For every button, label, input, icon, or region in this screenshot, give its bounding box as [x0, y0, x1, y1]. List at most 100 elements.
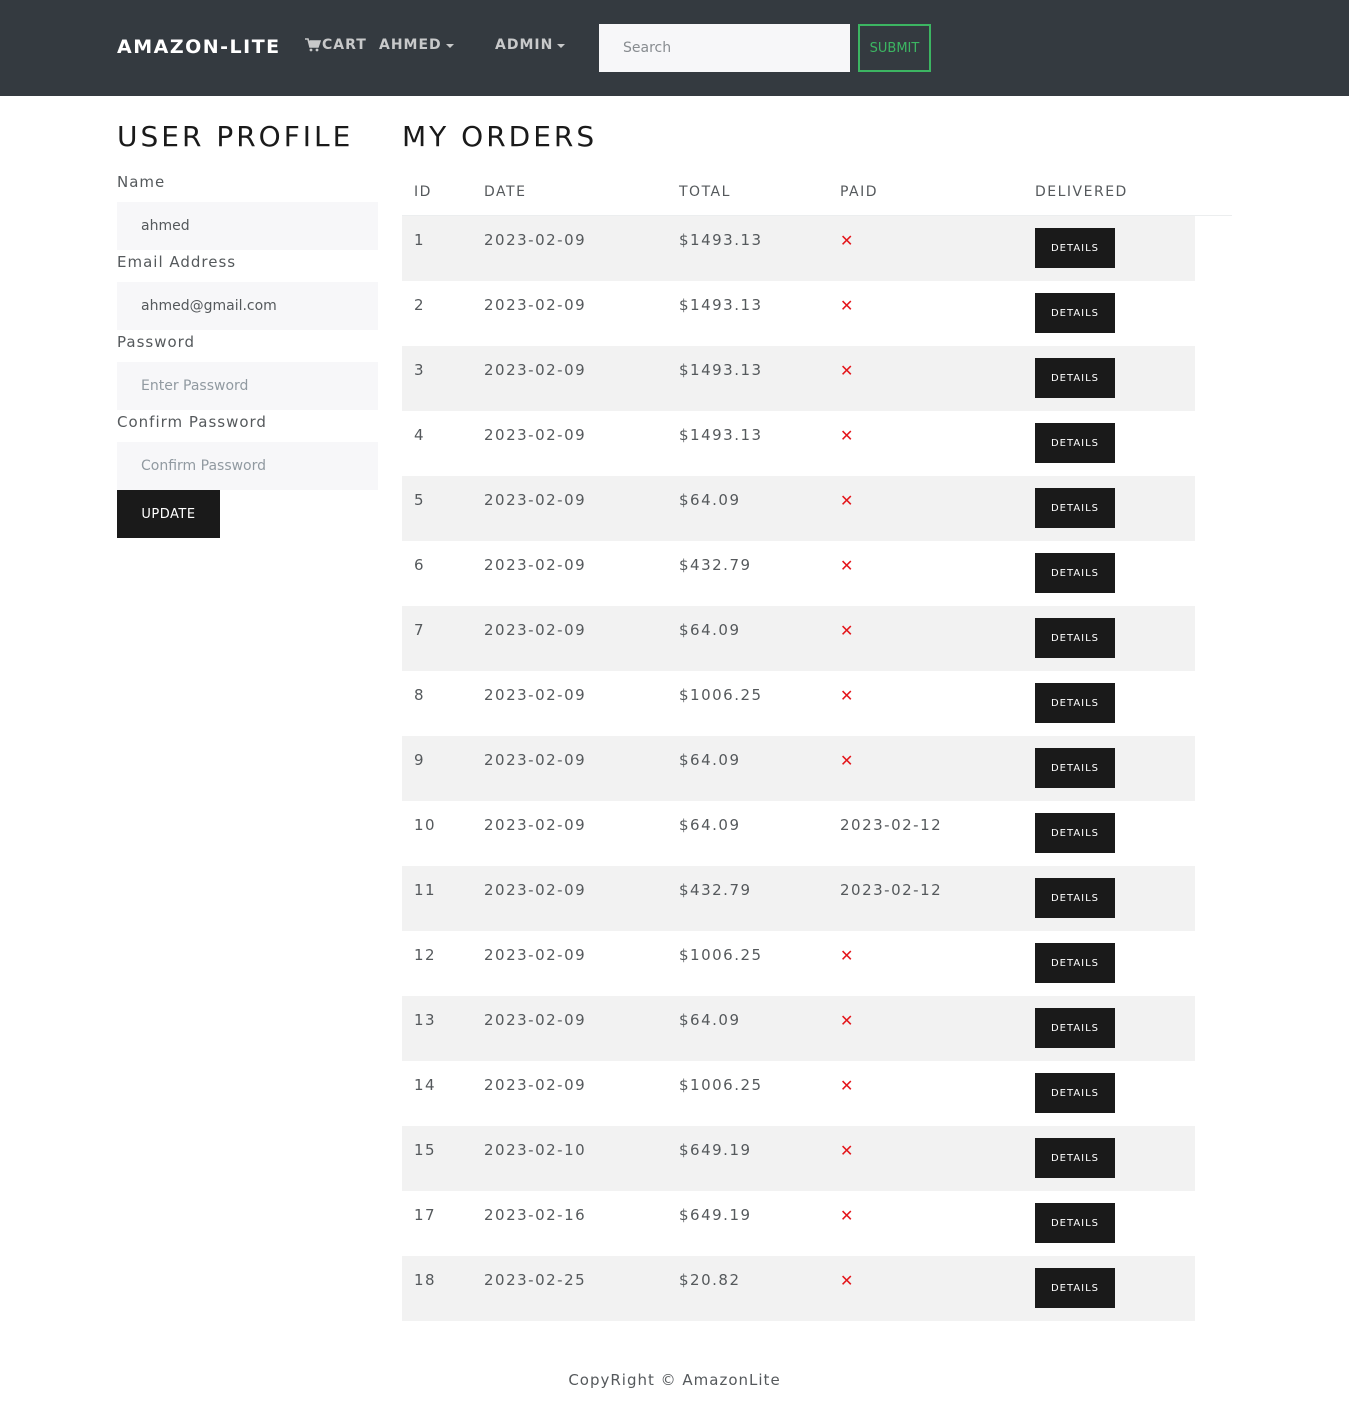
confirm-password-label: Confirm Password — [117, 413, 267, 431]
order-id: 8 — [414, 686, 426, 704]
name-field[interactable] — [117, 202, 378, 250]
order-total: $1006.25 — [679, 1076, 763, 1094]
order-id: 15 — [414, 1141, 437, 1159]
order-total: $64.09 — [679, 816, 741, 834]
admin-menu-dropdown[interactable]: ADMIN — [495, 37, 566, 53]
order-details-button[interactable]: DETAILS — [1035, 293, 1115, 333]
order-total: $1493.13 — [679, 426, 763, 444]
order-paid-date: 2023-02-12 — [840, 816, 943, 834]
order-details-button[interactable]: DETAILS — [1035, 488, 1115, 528]
order-date: 2023-02-09 — [484, 751, 587, 769]
x-mark-icon: ✕ — [840, 621, 854, 640]
column-header-date: DATE — [484, 184, 527, 200]
table-row: 7 2023-02-09 $64.09 ✕ DETAILS — [402, 606, 1195, 671]
column-header-delivered: DELIVERED — [1035, 184, 1128, 200]
order-total: $64.09 — [679, 751, 741, 769]
order-total: $20.82 — [679, 1271, 741, 1289]
order-id: 7 — [414, 621, 426, 639]
order-id: 13 — [414, 1011, 437, 1029]
x-mark-icon: ✕ — [840, 1271, 854, 1290]
x-mark-icon: ✕ — [840, 1141, 854, 1160]
order-details-button[interactable]: DETAILS — [1035, 943, 1115, 983]
column-header-paid: PAID — [840, 184, 879, 200]
x-mark-icon: ✕ — [840, 426, 854, 445]
order-details-button[interactable]: DETAILS — [1035, 683, 1115, 723]
update-button[interactable]: UPDATE — [117, 490, 220, 538]
top-navbar: AMAZON-LITE CART AHMED ADMIN SUBMIT — [0, 0, 1349, 96]
order-total: $64.09 — [679, 621, 741, 639]
order-details-button[interactable]: DETAILS — [1035, 358, 1115, 398]
order-total: $649.19 — [679, 1141, 752, 1159]
column-header-total: TOTAL — [679, 184, 731, 200]
order-details-button[interactable]: DETAILS — [1035, 748, 1115, 788]
x-mark-icon: ✕ — [840, 296, 854, 315]
email-field[interactable] — [117, 282, 378, 330]
order-details-button[interactable]: DETAILS — [1035, 813, 1115, 853]
table-row: 6 2023-02-09 $432.79 ✕ DETAILS — [402, 541, 1195, 606]
order-total: $432.79 — [679, 556, 752, 574]
order-id: 17 — [414, 1206, 437, 1224]
order-total: $649.19 — [679, 1206, 752, 1224]
order-id: 5 — [414, 491, 426, 509]
column-header-id: ID — [414, 184, 432, 200]
order-date: 2023-02-09 — [484, 361, 587, 379]
order-details-button[interactable]: DETAILS — [1035, 228, 1115, 268]
table-row: 9 2023-02-09 $64.09 ✕ DETAILS — [402, 736, 1195, 801]
chevron-down-icon — [557, 43, 566, 48]
order-date: 2023-02-09 — [484, 231, 587, 249]
order-details-button[interactable]: DETAILS — [1035, 878, 1115, 918]
user-menu-label: AHMED — [379, 37, 442, 53]
order-id: 9 — [414, 751, 426, 769]
my-orders-title: MY ORDERS — [402, 120, 598, 153]
order-date: 2023-02-10 — [484, 1141, 587, 1159]
table-row: 15 2023-02-10 $649.19 ✕ DETAILS — [402, 1126, 1195, 1191]
order-details-button[interactable]: DETAILS — [1035, 1268, 1115, 1308]
order-date: 2023-02-09 — [484, 946, 587, 964]
table-row: 2 2023-02-09 $1493.13 ✕ DETAILS — [402, 281, 1195, 346]
brand-logo[interactable]: AMAZON-LITE — [117, 36, 281, 58]
order-details-button[interactable]: DETAILS — [1035, 1138, 1115, 1178]
confirm-password-field[interactable] — [117, 442, 378, 490]
search-input[interactable] — [599, 24, 850, 72]
table-row: 13 2023-02-09 $64.09 ✕ DETAILS — [402, 996, 1195, 1061]
cart-icon — [305, 38, 321, 52]
table-row: 3 2023-02-09 $1493.13 ✕ DETAILS — [402, 346, 1195, 411]
order-id: 2 — [414, 296, 426, 314]
x-mark-icon: ✕ — [840, 1076, 854, 1095]
order-total: $1493.13 — [679, 296, 763, 314]
order-date: 2023-02-25 — [484, 1271, 587, 1289]
order-details-button[interactable]: DETAILS — [1035, 423, 1115, 463]
table-row: 18 2023-02-25 $20.82 ✕ DETAILS — [402, 1256, 1195, 1321]
user-menu-dropdown[interactable]: AHMED — [379, 37, 454, 53]
order-date: 2023-02-09 — [484, 621, 587, 639]
chevron-down-icon — [445, 43, 454, 48]
table-row: 10 2023-02-09 $64.09 2023-02-12 DETAILS — [402, 801, 1195, 866]
search-submit-button[interactable]: SUBMIT — [858, 24, 931, 72]
table-row: 1 2023-02-09 $1493.13 ✕ DETAILS — [402, 216, 1195, 281]
order-total: $1493.13 — [679, 361, 763, 379]
table-row: 11 2023-02-09 $432.79 2023-02-12 DETAILS — [402, 866, 1195, 931]
order-id: 18 — [414, 1271, 437, 1289]
order-date: 2023-02-09 — [484, 686, 587, 704]
password-field[interactable] — [117, 362, 378, 410]
table-row: 12 2023-02-09 $1006.25 ✕ DETAILS — [402, 931, 1195, 996]
order-id: 14 — [414, 1076, 437, 1094]
x-mark-icon: ✕ — [840, 491, 854, 510]
order-total: $1493.13 — [679, 231, 763, 249]
x-mark-icon: ✕ — [840, 1011, 854, 1030]
order-details-button[interactable]: DETAILS — [1035, 1203, 1115, 1243]
order-id: 11 — [414, 881, 437, 899]
order-details-button[interactable]: DETAILS — [1035, 1008, 1115, 1048]
admin-menu-label: ADMIN — [495, 37, 554, 53]
table-row: 14 2023-02-09 $1006.25 ✕ DETAILS — [402, 1061, 1195, 1126]
order-details-button[interactable]: DETAILS — [1035, 618, 1115, 658]
name-label: Name — [117, 173, 166, 191]
order-details-button[interactable]: DETAILS — [1035, 1073, 1115, 1113]
order-date: 2023-02-09 — [484, 491, 587, 509]
order-total: $64.09 — [679, 491, 741, 509]
table-row: 5 2023-02-09 $64.09 ✕ DETAILS — [402, 476, 1195, 541]
x-mark-icon: ✕ — [840, 1206, 854, 1225]
order-details-button[interactable]: DETAILS — [1035, 553, 1115, 593]
nav-cart-link[interactable]: CART — [305, 37, 367, 53]
nav-cart-label: CART — [322, 37, 367, 53]
